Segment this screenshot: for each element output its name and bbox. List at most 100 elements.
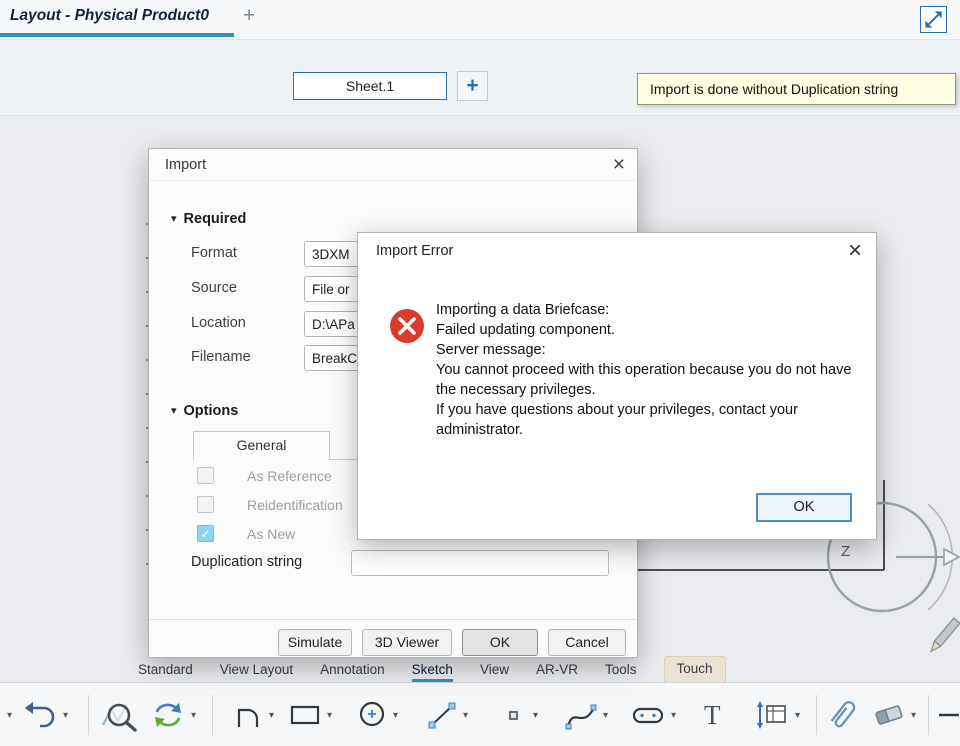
line-segment-tool-button[interactable]	[938, 695, 960, 735]
undo-icon	[25, 702, 55, 728]
check-icon: ✓	[200, 527, 211, 541]
chevron-down-icon[interactable]: ▾	[533, 710, 538, 721]
rectangle-icon	[290, 705, 320, 725]
collapse-arrow-icon: ▾	[171, 405, 177, 417]
required-section-header[interactable]: ▾ Required	[171, 211, 246, 227]
import-error-dialog: Import Error × Importing a data Briefcas…	[357, 232, 877, 540]
rectangle-tool-button[interactable]: ▾	[288, 695, 332, 735]
text-tool-icon: T	[704, 699, 721, 730]
sketch-toolbar: ▾ ▾ ▾ ▾ ▾ ▾ ▾ ▾ ▾ ▾ T ▾ ▾	[0, 682, 960, 746]
expand-window-button[interactable]	[920, 6, 947, 33]
notification-tooltip: Import is done without Duplication strin…	[637, 73, 956, 105]
chevron-down-icon[interactable]: ▾	[269, 710, 274, 721]
undo-button[interactable]: ▾	[24, 695, 68, 735]
sheet-bar: Sheet.1 + Import is done without Duplica…	[0, 41, 960, 116]
point-tool-button[interactable]: ▾	[498, 695, 538, 735]
chevron-down-icon[interactable]: ▾	[911, 710, 916, 721]
tab-tools[interactable]: Tools	[605, 662, 637, 682]
chevron-down-icon[interactable]: ▾	[191, 710, 196, 721]
error-ok-button[interactable]: OK	[756, 493, 852, 522]
title-bar: Layout - Physical Product0 +	[0, 0, 960, 40]
import-ok-button[interactable]: OK	[462, 629, 538, 656]
paperclip-icon	[830, 701, 856, 728]
error-message-line: You cannot proceed with this operation b…	[436, 362, 852, 398]
add-sheet-button[interactable]: +	[457, 71, 488, 101]
chevron-down-icon[interactable]: ▾	[63, 710, 68, 721]
slot-icon	[632, 707, 664, 724]
eraser-icon	[875, 705, 903, 725]
error-message: Importing a data Briefcase: Failed updat…	[436, 300, 872, 440]
spline-tool-button[interactable]: ▾	[564, 695, 608, 735]
document-tab[interactable]: Layout - Physical Product0	[10, 7, 209, 25]
ribbon-tab-bar: Standard View Layout Annotation Sketch V…	[0, 655, 960, 682]
profile-tool-button[interactable]: ▾	[234, 695, 274, 735]
horizontal-line-icon	[939, 713, 959, 717]
collapse-arrow-icon: ▾	[171, 213, 177, 225]
tab-touch[interactable]: Touch	[663, 656, 726, 682]
slot-tool-button[interactable]: ▾	[630, 695, 676, 735]
location-label: Location	[191, 315, 246, 331]
chevron-down-icon[interactable]: ▾	[671, 710, 676, 721]
toolbar-overflow-button[interactable]: ▾	[2, 695, 12, 735]
as-new-checkbox[interactable]: ✓	[197, 525, 214, 542]
update-button[interactable]: ▾	[150, 695, 196, 735]
chevron-down-icon[interactable]: ▾	[393, 710, 398, 721]
tab-annotation[interactable]: Annotation	[320, 662, 385, 682]
dimension-tool-button[interactable]: ▾	[754, 695, 800, 735]
simulate-button[interactable]: Simulate	[278, 629, 352, 656]
circle-tool-button[interactable]: ▾	[356, 695, 398, 735]
update-arrows-icon	[155, 703, 181, 727]
as-reference-checkbox[interactable]	[197, 467, 214, 484]
sheet-tab[interactable]: Sheet.1	[293, 72, 447, 100]
magnifier-icon	[102, 703, 137, 732]
dimension-icon	[757, 701, 786, 729]
pencil-cursor-icon	[929, 617, 960, 653]
import-dialog-close-icon[interactable]: ×	[613, 152, 625, 178]
toolbar-separator	[212, 695, 213, 735]
text-tool-button[interactable]: T	[704, 695, 721, 735]
cancel-button[interactable]: Cancel	[548, 629, 626, 656]
error-dialog-title: Import Error	[376, 243, 454, 259]
tab-standard[interactable]: Standard	[138, 662, 193, 682]
chevron-down-icon[interactable]: ▾	[327, 710, 332, 721]
options-section-header[interactable]: ▾ Options	[171, 403, 238, 419]
eraser-tool-button[interactable]: ▾	[872, 695, 916, 735]
3d-viewer-button[interactable]: 3D Viewer	[362, 629, 452, 656]
reidentification-checkbox[interactable]	[197, 496, 214, 513]
error-message-line: Importing a data Briefcase:	[436, 302, 610, 318]
tab-general[interactable]: General	[193, 431, 330, 460]
required-section-label: Required	[183, 211, 247, 227]
tab-view-layout[interactable]: View Layout	[220, 662, 293, 682]
error-dialog-close-icon[interactable]: ×	[848, 237, 862, 265]
source-label: Source	[191, 280, 237, 296]
attach-tool-button[interactable]	[828, 695, 858, 735]
chevron-down-icon[interactable]: ▾	[795, 710, 800, 721]
toolbar-separator	[88, 695, 89, 735]
filename-label: Filename	[191, 349, 251, 365]
new-tab-button[interactable]: +	[243, 4, 255, 28]
toolbar-separator	[928, 695, 929, 735]
preview-zoom-button[interactable]	[100, 695, 138, 735]
duplication-string-label: Duplication string	[191, 554, 303, 570]
error-message-line: If you have questions about your privile…	[436, 402, 798, 438]
format-label: Format	[191, 245, 237, 261]
error-message-line: Failed updating component.	[436, 322, 615, 338]
dialog-separator	[149, 619, 637, 620]
chevron-down-icon[interactable]: ▾	[603, 710, 608, 721]
tab-view[interactable]: View	[480, 662, 509, 682]
line-icon	[428, 702, 456, 729]
active-tab-underline	[0, 33, 234, 37]
toolbar-separator	[816, 695, 817, 735]
chevron-down-icon[interactable]: ▾	[463, 710, 468, 721]
duplication-string-input[interactable]	[351, 550, 609, 576]
compass-z-axis-label: Z	[841, 543, 851, 560]
import-dialog-titlebar[interactable]: Import ×	[149, 149, 637, 181]
profile-icon	[237, 708, 259, 727]
tab-sketch[interactable]: Sketch	[411, 662, 453, 682]
circle-icon	[359, 701, 385, 727]
line-tool-button[interactable]: ▾	[426, 695, 468, 735]
as-new-label: As New	[247, 526, 296, 542]
as-reference-label: As Reference	[247, 468, 332, 484]
reidentification-label: Reidentification	[247, 497, 343, 513]
tab-ar-vr[interactable]: AR-VR	[536, 662, 578, 682]
